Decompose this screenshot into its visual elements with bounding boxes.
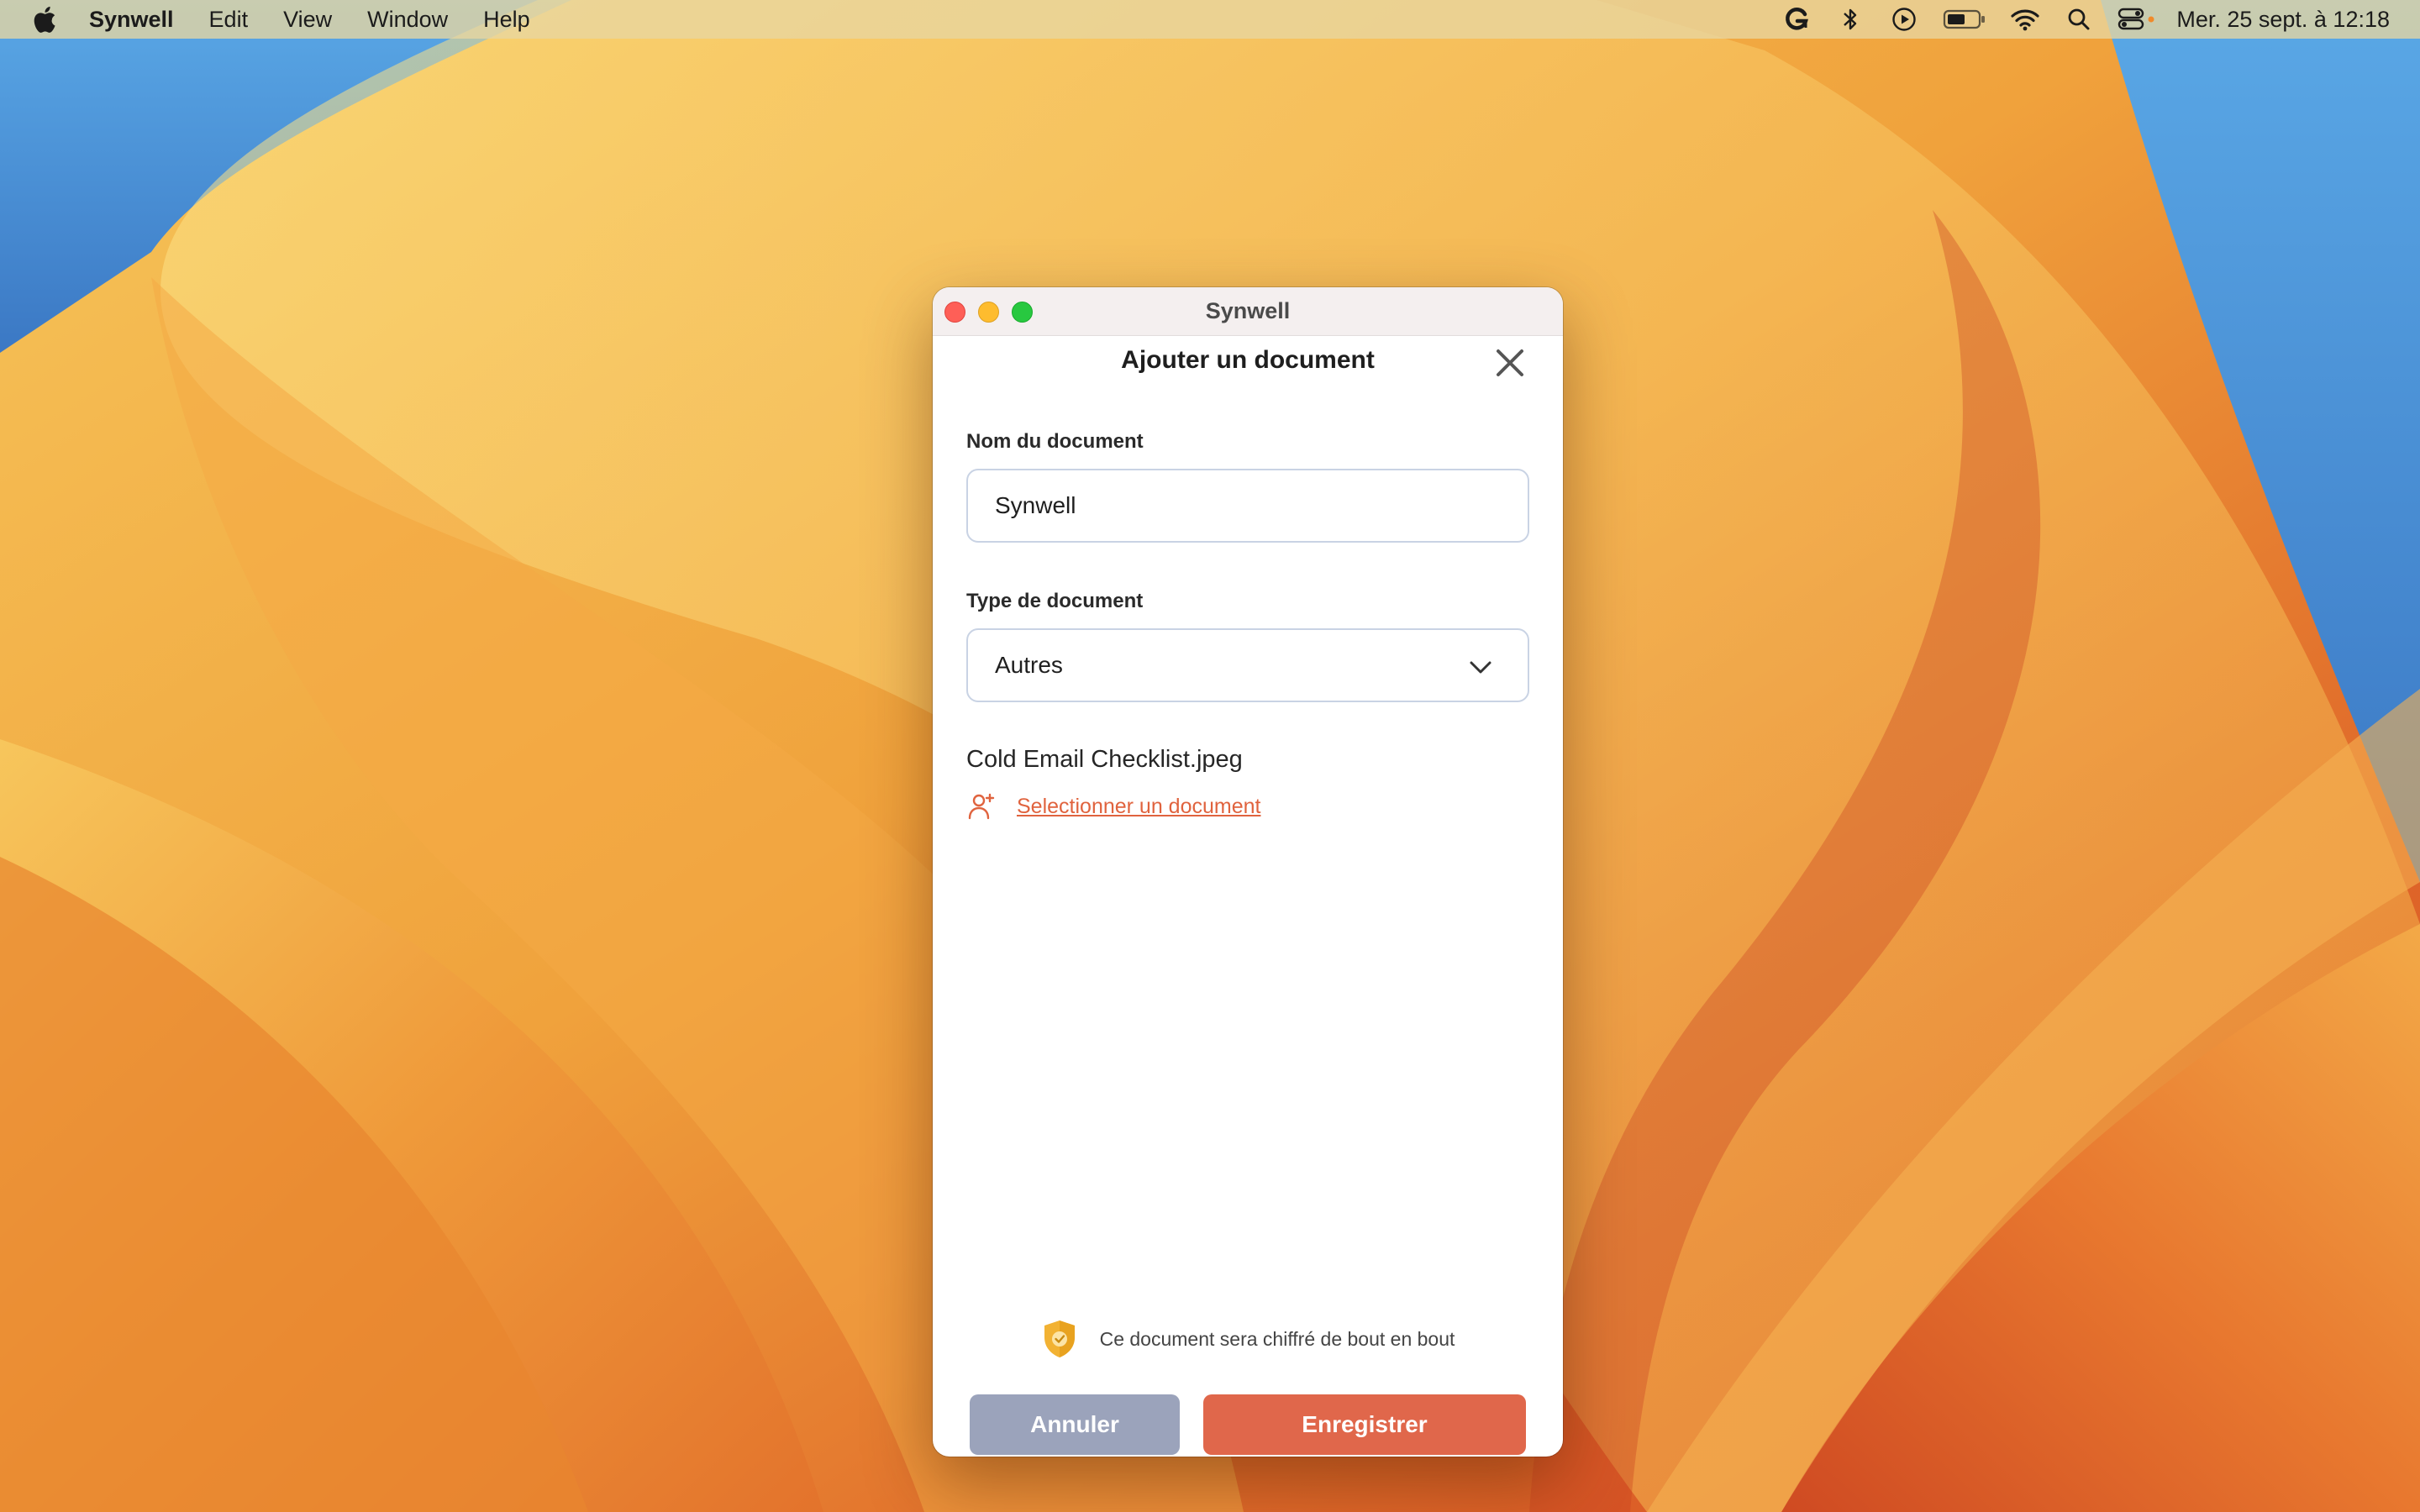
menu-window[interactable]: Window (367, 7, 448, 33)
control-center-icon[interactable] (2118, 6, 2156, 33)
cancel-button[interactable]: Annuler (970, 1394, 1180, 1455)
menu-app-name[interactable]: Synwell (89, 7, 174, 33)
document-type-label: Type de document (966, 590, 1144, 612)
app-window: Synwell Ajouter un document Nom du docum… (933, 287, 1563, 1457)
document-name-input[interactable] (966, 469, 1529, 543)
search-icon[interactable] (2064, 6, 2094, 33)
document-type-value: Autres (995, 652, 1063, 678)
document-type-select[interactable]: Autres (966, 628, 1529, 702)
encryption-notice-text: Ce document sera chiffré de bout en bout (1099, 1327, 1455, 1350)
dialog-title: Ajouter un document (1121, 346, 1375, 374)
menu-edit[interactable]: Edit (209, 7, 249, 33)
menu-help[interactable]: Help (483, 7, 530, 33)
person-add-icon (968, 793, 995, 820)
play-circle-icon[interactable] (1889, 6, 1919, 33)
select-document-link[interactable]: Selectionner un document (1017, 795, 1260, 819)
chevron-down-icon (1470, 661, 1491, 674)
wifi-icon[interactable] (2010, 6, 2040, 33)
grammarly-icon[interactable] (1781, 6, 1812, 33)
select-document-row[interactable]: Selectionner un document (966, 791, 1260, 822)
window-minimize-button[interactable] (978, 302, 999, 323)
apple-logo-icon[interactable] (30, 4, 57, 34)
window-zoom-button[interactable] (1012, 302, 1033, 323)
window-titlebar[interactable]: Synwell (933, 287, 1563, 336)
document-name-label: Nom du document (966, 430, 1144, 453)
window-title: Synwell (1205, 298, 1291, 323)
shield-check-icon (1044, 1320, 1075, 1357)
selected-file-name: Cold Email Checklist.jpeg (966, 746, 1243, 773)
save-button[interactable]: Enregistrer (1203, 1394, 1526, 1455)
bluetooth-icon[interactable] (1835, 6, 1865, 33)
menu-bar: Synwell Edit View Window Help Mer. 25 se… (0, 0, 2420, 39)
encryption-notice: Ce document sera chiffré de bout en bout (933, 1319, 1563, 1359)
close-icon[interactable] (1491, 344, 1528, 381)
window-close-button[interactable] (944, 302, 965, 323)
menu-view[interactable]: View (283, 7, 332, 33)
battery-icon[interactable] (1943, 6, 1986, 33)
menu-clock[interactable]: Mer. 25 sept. à 12:18 (2176, 7, 2390, 33)
